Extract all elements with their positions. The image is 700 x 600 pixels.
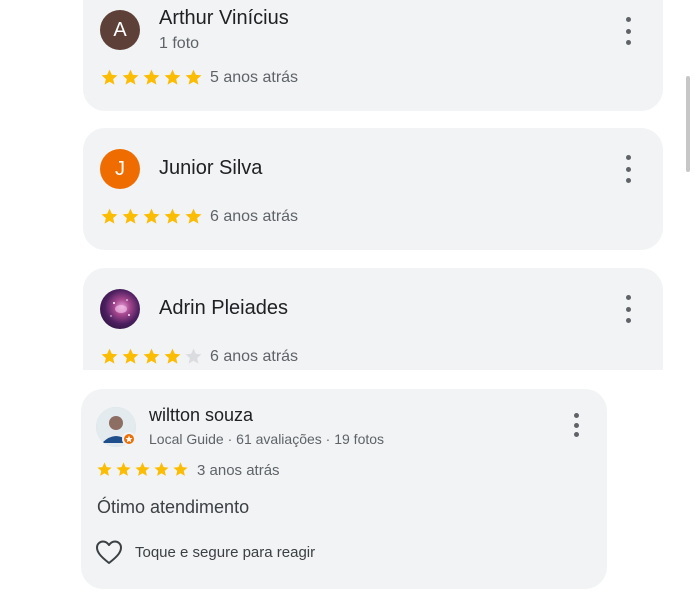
star-filled-icon [143, 208, 160, 224]
nebula-photo-avatar [110, 299, 130, 317]
reaction-label: Toque e segure para reagir [135, 543, 316, 561]
star-filled-icon [101, 69, 118, 85]
star-rating [100, 347, 203, 366]
review-date: 5 anos atrás [210, 69, 299, 86]
star-rating [96, 461, 189, 478]
star-rating [100, 207, 203, 226]
more-options-icon[interactable] [618, 155, 638, 183]
star-filled-icon [143, 348, 160, 364]
star-filled-icon [101, 348, 118, 364]
star-filled-icon [135, 462, 150, 476]
avatar[interactable]: A [100, 10, 140, 50]
review-text: Ótimo atendimento [97, 497, 250, 517]
star-empty-icon [185, 348, 202, 364]
reviewer-name[interactable]: Arthur Vinícius [159, 7, 289, 30]
reviewer-name[interactable]: Adrin Pleiades [159, 297, 288, 320]
star-filled-icon [122, 69, 139, 85]
star-filled-icon [97, 462, 112, 476]
more-options-icon[interactable] [618, 17, 638, 45]
star-filled-icon [101, 208, 118, 224]
review-card: Adrin Pleiades 6 anos atrás [83, 268, 663, 370]
star-filled-icon [122, 208, 139, 224]
heart-outline-icon [96, 540, 122, 564]
review-card: wiltton souza Local Guide · 61 avaliaçõe… [81, 389, 607, 589]
avatar[interactable] [96, 407, 136, 447]
review-card: A Arthur Vinícius 1 foto 5 anos atrás [83, 0, 663, 111]
reaction-button[interactable]: Toque e segure para reagir [95, 539, 315, 565]
star-filled-icon [164, 208, 181, 224]
more-options-icon[interactable] [566, 413, 586, 437]
avatar[interactable] [100, 289, 140, 329]
review-date: 6 anos atrás [210, 208, 299, 225]
reviewer-meta: Local Guide · 61 avaliações · 19 fotos [149, 431, 385, 447]
star-filled-icon [122, 348, 139, 364]
star-filled-icon [143, 69, 160, 85]
review-date: 3 anos atrás [197, 462, 280, 479]
more-options-icon[interactable] [618, 295, 638, 323]
local-guide-badge-icon [122, 432, 136, 446]
star-filled-icon [154, 462, 169, 476]
star-filled-icon [185, 69, 202, 85]
star-filled-icon [164, 69, 181, 85]
scrollbar[interactable] [686, 76, 690, 172]
review-date: 6 anos atrás [210, 348, 299, 365]
star-rating [100, 68, 203, 87]
star-filled-icon [185, 208, 202, 224]
avatar[interactable]: J [100, 149, 140, 189]
star-filled-icon [173, 462, 188, 476]
reviewer-meta: 1 foto [159, 35, 200, 52]
star-filled-icon [164, 348, 181, 364]
avatar-initial: A [113, 19, 127, 41]
reviewer-name[interactable]: wiltton souza [149, 405, 253, 426]
review-card: J Junior Silva 6 anos atrás [83, 128, 663, 250]
avatar-initial: J [115, 158, 125, 180]
reviewer-name[interactable]: Junior Silva [159, 157, 262, 180]
star-filled-icon [116, 462, 131, 476]
